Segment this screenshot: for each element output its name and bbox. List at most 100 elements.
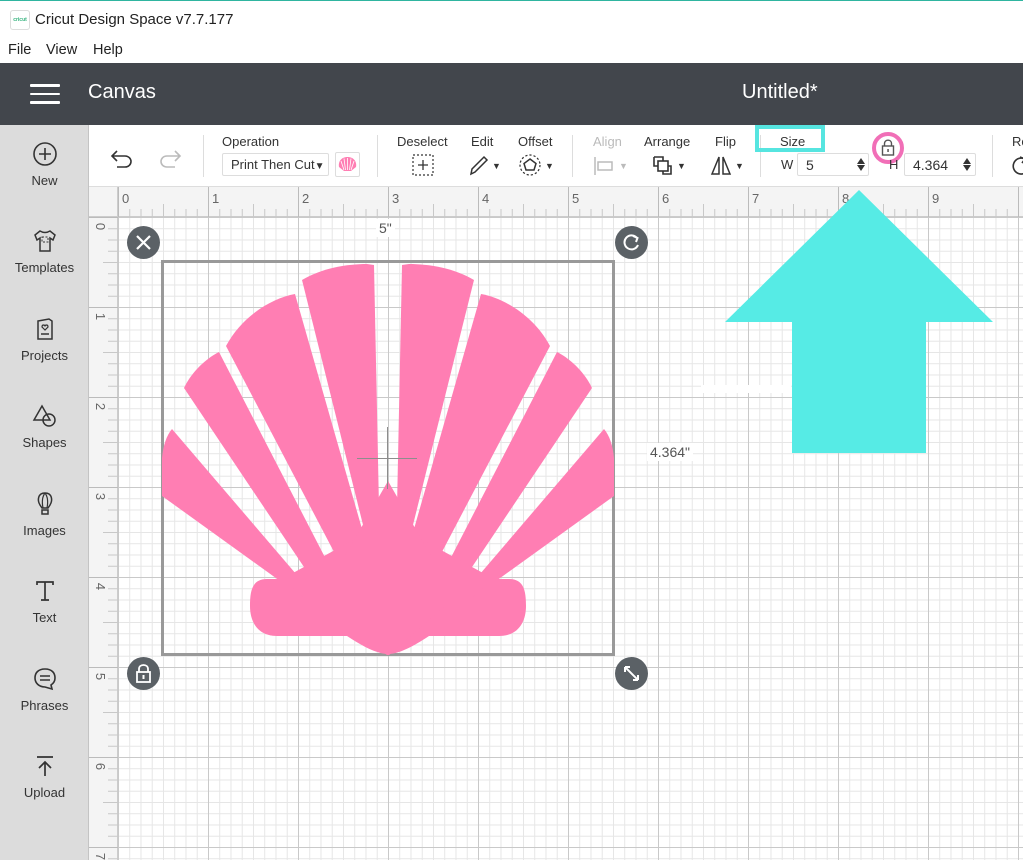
chevron-down-icon[interactable]: ▼ [677, 161, 686, 171]
flip-label: Flip [715, 134, 736, 149]
ruler-label-y: 4 [93, 582, 109, 591]
color-swatch[interactable] [335, 152, 360, 177]
sidebar-item-label: Shapes [22, 435, 67, 450]
delete-handle[interactable] [127, 226, 160, 259]
width-label: W [781, 157, 794, 172]
ruler-label-y: 7 [93, 852, 109, 860]
ruler-label-x: 4 [482, 191, 490, 206]
design-canvas[interactable]: 012345678901234567 5" 4.364" [89, 187, 1023, 860]
chevron-down-icon[interactable]: ▼ [545, 161, 554, 171]
size-label: Size [780, 134, 806, 149]
hamburger-menu-icon[interactable] [30, 84, 60, 104]
proportion-lock-icon[interactable] [881, 139, 895, 156]
sidebar-item-label: Templates [14, 260, 75, 275]
document-title[interactable]: Untitled* [742, 81, 818, 104]
sidebar-item-images[interactable]: Images [0, 491, 89, 571]
arrange-label: Arrange [644, 134, 691, 149]
toolbar-divider [572, 135, 573, 177]
edit-toolbar: Operation Print Then Cut▼ Deselect Edit … [89, 125, 1023, 187]
window-titlebar: cricut Cricut Design Space v7.7.177 [0, 0, 1023, 38]
sidebar-item-shapes[interactable]: Shapes [0, 403, 89, 483]
sidebar-item-new[interactable]: New [0, 141, 89, 221]
sidebar-item-label: Text [32, 610, 57, 625]
sidebar-item-phrases[interactable]: Phrases [0, 666, 89, 746]
plus-circle-icon [32, 142, 57, 166]
offset-label: Offset [518, 134, 553, 149]
chevron-down-icon[interactable]: ▼ [735, 161, 744, 171]
ruler-label-x: 2 [302, 191, 310, 206]
redo-icon[interactable] [157, 147, 183, 169]
ruler-label-y: 0 [93, 222, 109, 231]
ruler-label-y: 2 [93, 402, 109, 411]
resize-arrows-icon [624, 666, 639, 681]
ruler-label-x: 3 [392, 191, 400, 206]
edit-label: Edit [471, 134, 494, 149]
menu-bar: File View Help [0, 38, 1023, 63]
lock-icon [136, 664, 151, 683]
flip-icon[interactable] [710, 154, 732, 176]
page-title: Canvas [88, 81, 156, 103]
ruler-corner [89, 187, 118, 217]
sidebar-item-label: Phrases [20, 698, 69, 713]
ruler-label-x: 5 [572, 191, 580, 206]
menu-file[interactable]: File [8, 42, 31, 58]
ruler-label-x: 1 [212, 191, 220, 206]
speech-bubble-icon [33, 668, 56, 691]
pencil-icon[interactable] [467, 153, 491, 177]
resize-handle[interactable] [615, 657, 648, 690]
close-icon [136, 235, 151, 250]
chevron-down-icon[interactable]: ▼ [619, 161, 628, 171]
operation-label: Operation [222, 134, 280, 149]
height-stepper[interactable] [961, 153, 973, 176]
sidebar-item-label: Images [23, 523, 66, 538]
align-label: Align [593, 134, 622, 149]
chevron-down-icon: ▼ [314, 161, 325, 172]
sidebar-item-label: Upload [23, 785, 66, 800]
sidebar-item-text[interactable]: Text [0, 578, 89, 658]
rotate-icon [623, 234, 639, 251]
ruler-label-y: 3 [93, 492, 109, 501]
card-heart-icon [36, 318, 53, 340]
deselect-label: Deselect [397, 134, 448, 149]
center-crosshair [387, 427, 388, 489]
operation-value: Print Then Cut [231, 157, 315, 172]
sidebar-item-label: Projects [21, 348, 68, 363]
annotation-up-arrow [725, 190, 993, 453]
deselect-icon[interactable] [411, 153, 435, 177]
rotate-handle[interactable] [615, 226, 648, 259]
ruler-label-y: 5 [93, 672, 109, 681]
canvas-white-strip [701, 385, 791, 393]
toolbar-divider [992, 135, 993, 177]
tshirt-icon [33, 230, 56, 252]
cricut-logo-icon: cricut [10, 10, 30, 30]
sidebar-item-templates[interactable]: Templates [0, 228, 89, 308]
height-label: H [889, 157, 899, 172]
width-dimension-label: 5" [376, 219, 395, 237]
operation-select[interactable]: Print Then Cut▼ [222, 153, 329, 176]
sidebar-item-upload[interactable]: Upload [0, 753, 89, 833]
balloon-icon [37, 492, 52, 515]
sidebar-item-projects[interactable]: Projects [0, 316, 89, 396]
seashell-swatch-icon [338, 157, 357, 171]
app-title: Cricut Design Space v7.7.177 [35, 11, 234, 28]
ruler-label-y: 6 [93, 762, 109, 771]
toolbar-divider [203, 135, 204, 177]
arrange-icon[interactable] [651, 154, 673, 176]
upload-icon [36, 756, 53, 776]
chevron-down-icon[interactable]: ▼ [492, 161, 501, 171]
rotate-icon[interactable] [1011, 154, 1023, 176]
text-t-icon [35, 581, 54, 601]
sidebar-item-label: New [31, 173, 58, 188]
ruler-label-y: 1 [93, 312, 109, 321]
shapes-icon [32, 404, 56, 427]
height-dimension-label: 4.364" [647, 443, 694, 461]
ruler-label-x: 0 [122, 191, 130, 206]
rotate-label: Ro [1012, 134, 1023, 149]
align-icon[interactable] [592, 155, 616, 177]
width-stepper[interactable] [855, 153, 867, 176]
undo-icon[interactable] [109, 147, 135, 169]
offset-icon[interactable] [518, 153, 542, 177]
menu-view[interactable]: View [46, 42, 77, 58]
lock-handle[interactable] [127, 657, 160, 690]
menu-help[interactable]: Help [93, 42, 123, 58]
